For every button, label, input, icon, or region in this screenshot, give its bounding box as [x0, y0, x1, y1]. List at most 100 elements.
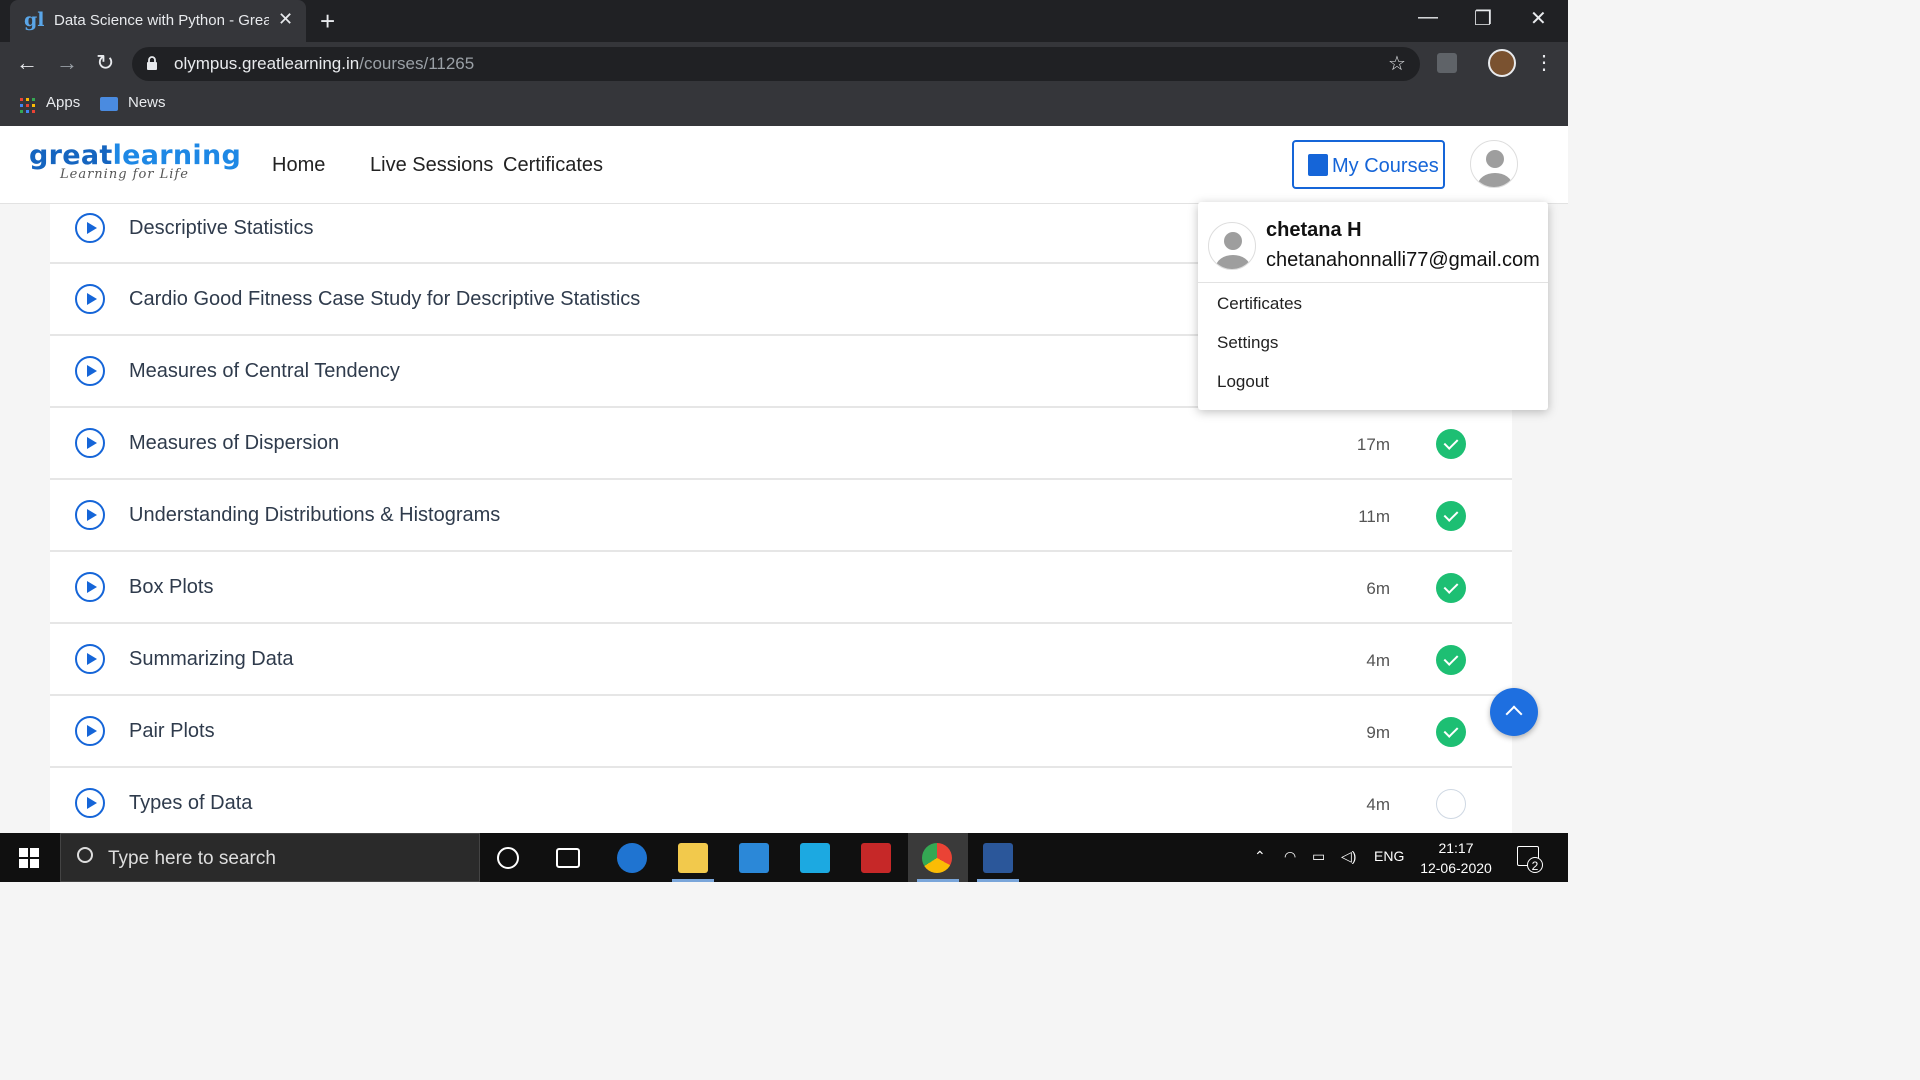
lesson-row[interactable]: Measures of Dispersion 17m: [50, 408, 1512, 480]
lesson-duration: 17m: [1356, 435, 1390, 454]
lesson-row[interactable]: Pair Plots 9m: [50, 696, 1512, 768]
greatlearning-logo[interactable]: greatlearning Learning for Life: [29, 140, 241, 182]
play-circle-icon[interactable]: [75, 356, 105, 386]
lesson-title[interactable]: Measures of Dispersion: [129, 432, 339, 455]
battery-icon[interactable]: ▭: [1312, 848, 1325, 865]
cortana-icon[interactable]: [497, 847, 519, 869]
lock-icon: [147, 56, 157, 70]
menu-kebab-icon[interactable]: ⋮: [1534, 50, 1554, 75]
edge-icon[interactable]: [617, 843, 647, 873]
forward-arrow-icon[interactable]: →: [56, 50, 78, 76]
tab-title: Data Science with Python - Great: [54, 12, 269, 29]
lesson-title[interactable]: Cardio Good Fitness Case Study for Descr…: [129, 288, 640, 311]
search-icon: [77, 847, 93, 863]
chrome-icon[interactable]: [922, 843, 952, 873]
play-circle-icon[interactable]: [75, 788, 105, 818]
lesson-title[interactable]: Box Plots: [129, 576, 213, 599]
completed-check-icon: [1436, 573, 1466, 603]
play-circle-icon[interactable]: [75, 213, 105, 243]
play-circle-icon[interactable]: [75, 284, 105, 314]
address-bar[interactable]: olympus.greatlearning.in/courses/11265 ☆: [132, 47, 1420, 81]
completed-check-icon: [1436, 717, 1466, 747]
incomplete-circle-icon: [1436, 789, 1466, 819]
completed-check-icon: [1436, 429, 1466, 459]
bookmark-star-icon[interactable]: ☆: [1388, 51, 1406, 76]
user-silhouette-icon: [1216, 232, 1250, 269]
my-courses-button[interactable]: My Courses: [1292, 140, 1445, 189]
windows-taskbar: Type here to search ⌃ ◠ ▭ ◁) ENG 21:17 1…: [0, 833, 1568, 882]
active-indicator: [977, 879, 1019, 882]
lesson-duration: 4m: [1366, 651, 1390, 670]
play-circle-icon[interactable]: [75, 428, 105, 458]
close-window-button[interactable]: ✕: [1530, 6, 1547, 31]
l-app-icon[interactable]: [800, 843, 830, 873]
dropdown-avatar: [1208, 222, 1256, 270]
greatlearning-favicon-icon: gl: [24, 9, 45, 31]
active-indicator: [917, 879, 959, 882]
lesson-title[interactable]: Measures of Central Tendency: [129, 360, 400, 383]
browser-titlebar: gl Data Science with Python - Great ✕ + …: [0, 0, 1568, 42]
completed-check-icon: [1436, 501, 1466, 531]
lesson-title[interactable]: Types of Data: [129, 792, 252, 815]
play-circle-icon[interactable]: [75, 500, 105, 530]
page-content: greatlearning Learning for Life Home Liv…: [0, 126, 1568, 833]
lesson-title[interactable]: Pair Plots: [129, 720, 215, 743]
play-circle-icon[interactable]: [75, 716, 105, 746]
site-header: greatlearning Learning for Life Home Liv…: [0, 126, 1568, 204]
lesson-duration: 4m: [1366, 795, 1390, 814]
volume-icon[interactable]: ◁): [1341, 848, 1356, 865]
lesson-title[interactable]: Understanding Distributions & Histograms: [129, 504, 500, 527]
menu-item-settings[interactable]: Settings: [1217, 333, 1278, 353]
browser-toolbar: ← → ↻ olympus.greatlearning.in/courses/1…: [0, 42, 1568, 86]
new-tab-button[interactable]: +: [320, 6, 335, 37]
lesson-row[interactable]: Box Plots 6m: [50, 552, 1512, 624]
nav-certificates[interactable]: Certificates: [503, 154, 603, 177]
book-icon: [1308, 154, 1328, 176]
scroll-to-top-button[interactable]: [1490, 688, 1538, 736]
browser-tab[interactable]: gl Data Science with Python - Great ✕: [10, 0, 306, 42]
lesson-title[interactable]: Descriptive Statistics: [129, 217, 314, 240]
url-text: olympus.greatlearning.in/courses/11265: [174, 54, 475, 73]
taskbar-search-input[interactable]: Type here to search: [60, 833, 480, 882]
menu-item-certificates[interactable]: Certificates: [1217, 294, 1302, 314]
reload-icon[interactable]: ↻: [96, 50, 114, 76]
user-silhouette-icon: [1478, 150, 1512, 187]
task-view-icon[interactable]: [556, 848, 580, 868]
back-arrow-icon[interactable]: ←: [16, 50, 38, 76]
apps-grid-icon: [20, 98, 35, 113]
nav-home[interactable]: Home: [272, 154, 325, 177]
restore-button[interactable]: ❐: [1474, 6, 1492, 31]
nav-live-sessions[interactable]: Live Sessions: [370, 154, 493, 177]
play-circle-icon[interactable]: [75, 644, 105, 674]
mail-icon[interactable]: [739, 843, 769, 873]
profile-avatar[interactable]: [1488, 49, 1516, 77]
taskbar-clock[interactable]: 21:17 12-06-2020: [1412, 838, 1500, 878]
lesson-title[interactable]: Summarizing Data: [129, 648, 294, 671]
user-name: chetana H: [1266, 219, 1362, 241]
lesson-row[interactable]: Types of Data 4m: [50, 768, 1512, 833]
mcafee-icon[interactable]: [861, 843, 891, 873]
extension-icon[interactable]: [1437, 53, 1457, 73]
show-hidden-icons-chevron-icon[interactable]: ⌃: [1254, 848, 1266, 865]
lesson-duration: 6m: [1366, 579, 1390, 598]
active-indicator: [672, 879, 714, 882]
file-explorer-icon[interactable]: [678, 843, 708, 873]
menu-item-logout[interactable]: Logout: [1217, 372, 1269, 392]
bookmark-news[interactable]: News: [128, 94, 166, 111]
windows-start-icon[interactable]: [19, 848, 39, 868]
minimize-button[interactable]: —: [1418, 6, 1438, 29]
wifi-icon[interactable]: ◠: [1284, 848, 1296, 865]
lesson-row[interactable]: Understanding Distributions & Histograms…: [50, 480, 1512, 552]
notification-count: 2: [1527, 857, 1543, 873]
lesson-duration: 11m: [1358, 507, 1390, 526]
bookmark-apps[interactable]: Apps: [46, 94, 80, 111]
tab-close-icon[interactable]: ✕: [278, 9, 293, 30]
divider: [1198, 282, 1548, 283]
user-avatar[interactable]: [1470, 140, 1518, 188]
play-circle-icon[interactable]: [75, 572, 105, 602]
language-indicator[interactable]: ENG: [1374, 848, 1404, 864]
word-icon[interactable]: [983, 843, 1013, 873]
completed-check-icon: [1436, 645, 1466, 675]
lesson-row[interactable]: Summarizing Data 4m: [50, 624, 1512, 696]
lesson-duration: 9m: [1366, 723, 1390, 742]
